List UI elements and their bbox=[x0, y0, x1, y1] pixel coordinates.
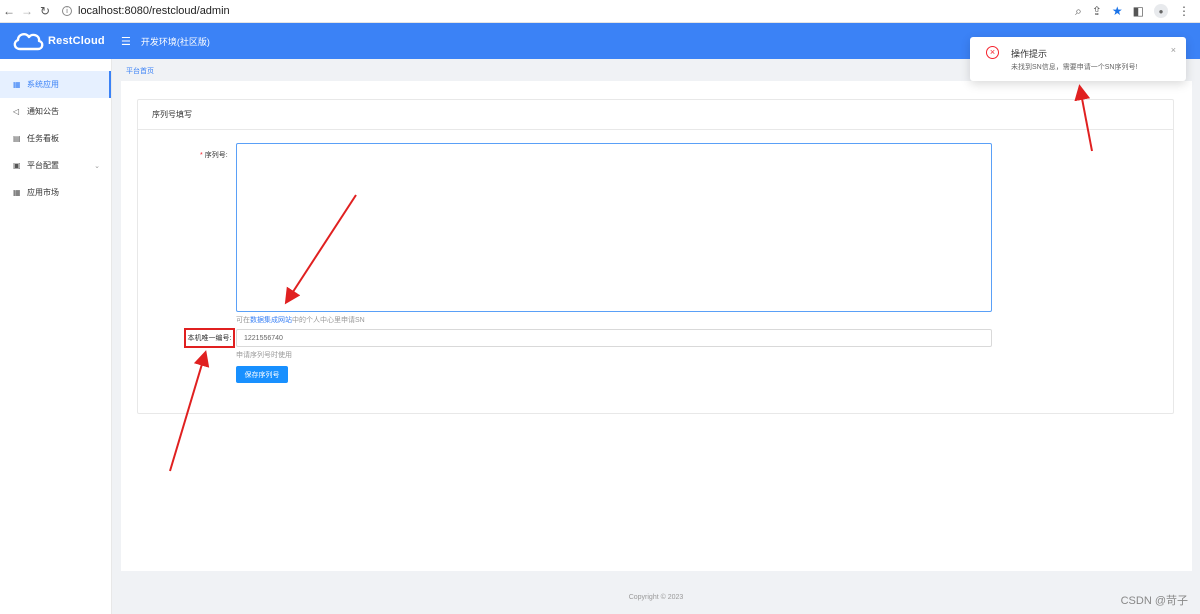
required-marker: * bbox=[200, 152, 203, 159]
settings-icon: ▣ bbox=[13, 161, 21, 170]
card-title: 序列号填写 bbox=[138, 100, 1173, 130]
site-info-icon[interactable]: i bbox=[62, 6, 72, 16]
sidebar-item-task-board[interactable]: ▤ 任务看板 bbox=[0, 125, 111, 152]
forward-icon[interactable]: → bbox=[18, 2, 36, 20]
profile-icon[interactable]: ● bbox=[1154, 4, 1168, 18]
logo[interactable]: RestCloud bbox=[0, 30, 112, 52]
browser-menu-icon[interactable]: ⋮ bbox=[1178, 4, 1190, 18]
sidebar-item-announcements[interactable]: ◁ 通知公告 bbox=[0, 98, 111, 125]
sidebar-item-label: 平台配置 bbox=[27, 161, 59, 170]
sidebar: ▦ 系统应用 ◁ 通知公告 ▤ 任务看板 ▣ 平台配置 ⌄ ▦ 应用市场 bbox=[0, 59, 112, 614]
sidebar-item-platform-config[interactable]: ▣ 平台配置 ⌄ bbox=[0, 152, 111, 179]
notification-message: 未找到SN信息，需要申请一个SN序列号! bbox=[1011, 64, 1138, 71]
breadcrumb[interactable]: 平台首页 bbox=[126, 66, 154, 76]
main-panel: 序列号填写 * 序列号: 可在数据集成网站中的个人中心里申请SN 本机唯一编号: … bbox=[121, 81, 1192, 571]
zoom-icon[interactable]: ⌕ bbox=[1075, 4, 1082, 19]
browser-toolbar: ← → ↻ i localhost:8080/restcloud/admin ⌕… bbox=[0, 0, 1200, 23]
cloud-logo-icon bbox=[13, 32, 44, 51]
sidebar-item-app-market[interactable]: ▦ 应用市场 bbox=[0, 179, 111, 206]
back-icon[interactable]: ← bbox=[0, 2, 18, 20]
board-icon: ▤ bbox=[13, 134, 21, 143]
machine-id-input[interactable] bbox=[236, 329, 992, 347]
close-icon[interactable]: × bbox=[1171, 45, 1176, 55]
data-integration-site-link[interactable]: 数据集成网站 bbox=[250, 317, 292, 324]
save-serial-button[interactable]: 保存序列号 bbox=[236, 366, 288, 383]
sidebar-item-label: 系统应用 bbox=[27, 80, 59, 89]
grid-icon: ▦ bbox=[13, 80, 21, 89]
serial-number-help: 可在数据集成网站中的个人中心里申请SN bbox=[236, 315, 365, 325]
machine-id-help: 申请序列号时使用 bbox=[236, 352, 292, 359]
address-bar[interactable]: i localhost:8080/restcloud/admin bbox=[62, 5, 230, 17]
share-icon[interactable]: ⇪ bbox=[1092, 4, 1102, 18]
megaphone-icon: ◁ bbox=[13, 107, 20, 116]
sidebar-item-label: 任务看板 bbox=[27, 134, 59, 143]
notification-title: 操作提示 bbox=[1011, 49, 1048, 59]
menu-toggle-icon[interactable]: ☰ bbox=[121, 35, 131, 48]
serial-number-card: 序列号填写 * 序列号: 可在数据集成网站中的个人中心里申请SN 本机唯一编号: … bbox=[137, 99, 1174, 414]
help-prefix: 可在 bbox=[236, 317, 250, 324]
serial-number-label: * 序列号: bbox=[200, 150, 228, 160]
help-suffix: 中的个人中心里申请SN bbox=[292, 317, 365, 324]
apps-icon: ▦ bbox=[13, 188, 21, 197]
sidebar-item-system-apps[interactable]: ▦ 系统应用 bbox=[0, 71, 111, 98]
footer-copyright: Copyright © 2023 bbox=[628, 594, 684, 601]
serial-number-textarea[interactable] bbox=[236, 143, 992, 312]
serial-number-label-text: 序列号: bbox=[204, 152, 228, 159]
error-circle-icon: × bbox=[986, 46, 999, 59]
machine-id-label: 本机唯一编号: bbox=[184, 328, 235, 348]
sidebar-item-label: 通知公告 bbox=[27, 107, 59, 116]
watermark: CSDN @苛子 bbox=[1120, 595, 1188, 607]
error-notification: × 操作提示 未找到SN信息，需要申请一个SN序列号! × bbox=[970, 37, 1186, 81]
url-text: localhost:8080/restcloud/admin bbox=[78, 5, 230, 17]
sidebar-item-label: 应用市场 bbox=[27, 188, 59, 197]
environment-label: 开发环境(社区版) bbox=[140, 36, 210, 47]
side-panel-icon[interactable]: ◧ bbox=[1133, 4, 1144, 18]
logo-text: RestCloud bbox=[48, 35, 105, 47]
chevron-down-icon: ⌄ bbox=[94, 162, 100, 170]
bookmark-star-icon[interactable]: ★ bbox=[1112, 4, 1123, 18]
reload-icon[interactable]: ↻ bbox=[36, 2, 54, 20]
